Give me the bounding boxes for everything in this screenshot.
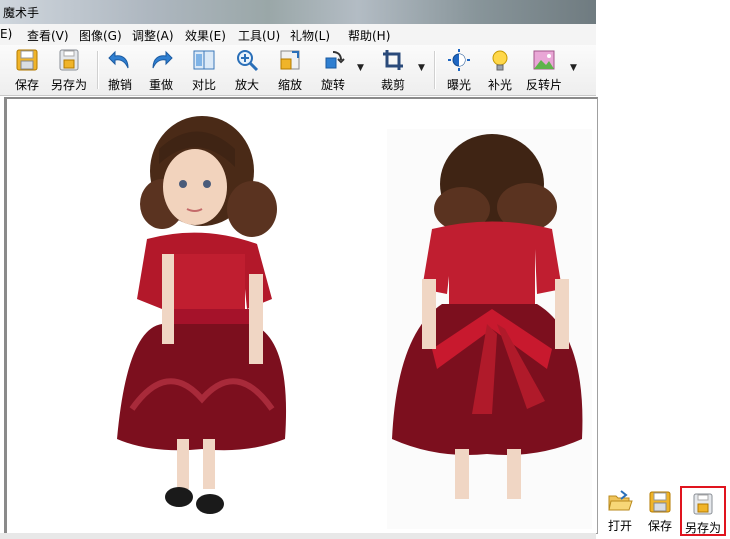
save-button[interactable]: 保存 bbox=[10, 45, 44, 95]
image-canvas[interactable] bbox=[4, 97, 598, 534]
menu-help[interactable]: 帮助(H) bbox=[348, 27, 390, 44]
mini-save-as-button[interactable]: 另存为 bbox=[680, 486, 726, 536]
crop-label: 裁剪 bbox=[380, 78, 405, 92]
window-bottom-edge bbox=[0, 533, 596, 539]
save-as-icon bbox=[693, 493, 713, 515]
undo-button[interactable]: 撤销 bbox=[103, 45, 137, 95]
save-icon bbox=[649, 491, 671, 513]
resize-button[interactable]: 缩放 bbox=[273, 45, 307, 95]
save-icon bbox=[16, 49, 38, 71]
save-as-icon bbox=[59, 49, 79, 71]
invert-dropdown-icon[interactable]: ▼ bbox=[570, 63, 577, 73]
toolbar-separator bbox=[434, 51, 436, 89]
redo-button[interactable]: 重做 bbox=[144, 45, 178, 95]
fill-light-label: 补光 bbox=[487, 78, 512, 92]
redo-label: 重做 bbox=[148, 78, 173, 92]
folder-open-icon bbox=[608, 490, 633, 511]
rotate-label: 旋转 bbox=[320, 78, 345, 92]
resize-icon bbox=[280, 50, 300, 70]
compare-button[interactable]: 对比 bbox=[187, 45, 221, 95]
save-as-button[interactable]: 另存为 bbox=[47, 45, 91, 95]
menu-gifts[interactable]: 礼物(L) bbox=[290, 27, 330, 44]
mini-save-button[interactable]: 保存 bbox=[640, 486, 680, 536]
fill-light-button[interactable]: 补光 bbox=[483, 45, 517, 95]
save-label: 保存 bbox=[14, 78, 39, 92]
menu-image[interactable]: 图像(G) bbox=[79, 27, 122, 44]
exposure-icon bbox=[448, 49, 470, 71]
redo-icon bbox=[152, 50, 173, 69]
rotate-icon bbox=[325, 51, 345, 69]
doll-front-photo bbox=[117, 116, 287, 514]
toolbar-separator bbox=[97, 51, 99, 89]
exposure-button[interactable]: 曝光 bbox=[442, 45, 476, 95]
invert-button[interactable]: 反转片 bbox=[523, 45, 565, 95]
fill-light-icon bbox=[492, 50, 508, 71]
menu-effects[interactable]: 效果(E) bbox=[185, 27, 226, 44]
menu-adjust[interactable]: 调整(A) bbox=[132, 27, 174, 44]
undo-icon bbox=[108, 50, 129, 69]
rotate-button[interactable]: 旋转 bbox=[316, 45, 350, 95]
crop-button[interactable]: 裁剪 bbox=[376, 45, 410, 95]
zoom-in-button[interactable]: 放大 bbox=[230, 45, 264, 95]
undo-label: 撤销 bbox=[107, 78, 132, 92]
open-label: 打开 bbox=[607, 519, 632, 533]
window-title: 魔术手 bbox=[3, 6, 40, 20]
menu-bar: E) 查看(V) 图像(G) 调整(A) 效果(E) 工具(U) 礼物(L) 帮… bbox=[0, 24, 596, 46]
menu-view[interactable]: 查看(V) bbox=[27, 27, 69, 44]
crop-icon bbox=[383, 50, 403, 70]
save-as-label: 另存为 bbox=[50, 78, 87, 92]
doll-back-photo bbox=[387, 129, 592, 529]
app-window: 魔术手 E) 查看(V) 图像(G) 调整(A) 效果(E) 工具(U) 礼物(… bbox=[0, 0, 598, 539]
zoom-in-label: 放大 bbox=[234, 78, 259, 92]
menu-edit[interactable]: E) bbox=[0, 27, 12, 41]
invert-label: 反转片 bbox=[525, 78, 562, 92]
compare-icon bbox=[193, 50, 215, 70]
compare-label: 对比 bbox=[191, 78, 216, 92]
title-bar: 魔术手 bbox=[0, 0, 596, 24]
exposure-label: 曝光 bbox=[446, 78, 471, 92]
rotate-dropdown-icon[interactable]: ▼ bbox=[357, 63, 364, 73]
mini-save-as-label: 另存为 bbox=[684, 521, 721, 535]
mini-save-label: 保存 bbox=[647, 519, 672, 533]
menu-tools[interactable]: 工具(U) bbox=[238, 27, 280, 44]
invert-icon bbox=[533, 50, 555, 70]
main-toolbar: 保存 另存为 撤销 重做 对比 放大 缩放 旋转 ▼ 裁剪 ▼ 曝光 补光 反转… bbox=[0, 45, 596, 96]
open-button[interactable]: 打开 bbox=[600, 486, 640, 536]
resize-label: 缩放 bbox=[277, 78, 302, 92]
zoom-in-icon bbox=[237, 50, 259, 72]
mini-toolbar: 打开 保存 另存为 bbox=[598, 486, 730, 539]
crop-dropdown-icon[interactable]: ▼ bbox=[418, 63, 425, 73]
